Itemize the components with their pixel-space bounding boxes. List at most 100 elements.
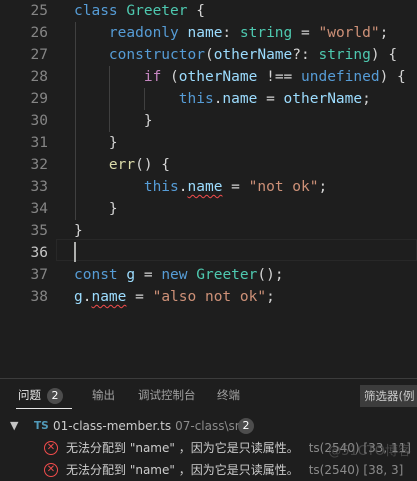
tab-debug-console[interactable]: 调试控制台 <box>138 387 196 403</box>
line-number: 35 <box>30 223 48 239</box>
code-token: name <box>187 25 223 41</box>
problems-file-label: 01-class-member.ts 07-class\src <box>53 415 246 437</box>
line-number: 27 <box>30 47 48 63</box>
code-line[interactable]: 33 this.name = "not ok"; <box>0 176 417 198</box>
code-token: otherName <box>178 69 258 85</box>
code-token: name <box>222 91 258 107</box>
code-token: = <box>135 267 162 283</box>
tab-output[interactable]: 输出 <box>92 387 115 403</box>
line-number: 31 <box>30 135 48 151</box>
problems-file-row[interactable]: ▼ TS 01-class-member.ts 07-class\src 2 <box>0 415 417 437</box>
code-line[interactable]: 27 constructor(otherName?: string) { <box>0 44 417 66</box>
code-token: ) { <box>379 69 406 85</box>
code-token: . <box>178 179 188 195</box>
tab-terminal[interactable]: 终端 <box>217 387 240 403</box>
code-token: = <box>222 179 249 195</box>
line-number: 32 <box>30 157 48 173</box>
code-token: ; <box>379 25 389 41</box>
code-editor[interactable]: 25 class Greeter {26 readonly name: strin… <box>0 0 417 378</box>
code-line[interactable]: 36 <box>0 242 417 264</box>
problem-message: 无法分配到 "name" ，因为它是只读属性。 <box>66 463 299 477</box>
code-token: Greeter <box>126 3 197 19</box>
problem-message: 无法分配到 "name" ，因为它是只读属性。 <box>66 441 299 455</box>
file-path: 07-class\src <box>175 419 247 433</box>
line-code: } <box>74 110 153 132</box>
code-token: g <box>126 267 136 283</box>
code-line[interactable]: 25 class Greeter { <box>0 0 417 22</box>
code-token: = <box>257 91 284 107</box>
code-line[interactable]: 38 g.name = "also not ok"; <box>0 286 417 308</box>
error-icon: ✕ <box>44 463 58 477</box>
problems-count-badge: 2 <box>47 387 63 404</box>
code-token: readonly <box>74 25 188 41</box>
code-line[interactable]: 35} <box>0 220 417 242</box>
bottom-panel: 问题 2 输出 调试控制台 终端 筛选器(例 ▼ TS 01-class-memb… <box>0 378 417 478</box>
code-token: = <box>292 25 319 41</box>
text-cursor <box>74 242 76 262</box>
code-token: new <box>161 267 197 283</box>
code-line[interactable]: 29 this.name = otherName; <box>0 88 417 110</box>
line-number: 30 <box>30 113 48 129</box>
line-number: 38 <box>30 289 48 305</box>
error-token: name <box>187 179 223 195</box>
line-number: 36 <box>30 245 48 261</box>
code-token: string <box>318 47 371 63</box>
code-token: err <box>74 157 136 173</box>
code-token: ; <box>318 179 328 195</box>
code-token: ; <box>362 91 371 107</box>
tab-problems-label: 问题 <box>18 388 41 402</box>
line-number: 37 <box>30 267 48 283</box>
code-token: if <box>74 69 162 85</box>
line-number: 25 <box>30 3 48 19</box>
code-line[interactable]: 32 err() { <box>0 154 417 176</box>
code-token: "also not ok" <box>152 289 267 305</box>
code-token: } <box>74 201 118 217</box>
code-line[interactable]: 34 } <box>0 198 417 220</box>
code-token: "not ok" <box>248 179 319 195</box>
code-token: ( <box>204 47 214 63</box>
line-number: 29 <box>30 91 48 107</box>
line-number: 33 <box>30 179 48 195</box>
tab-problems[interactable]: 问题 2 <box>18 387 63 404</box>
line-code: readonly name: string = "world"; <box>74 22 388 44</box>
code-token: const <box>74 267 127 283</box>
code-token: ; <box>266 289 275 305</box>
code-line[interactable]: 26 readonly name: string = "world"; <box>0 22 417 44</box>
line-number: 26 <box>30 25 48 41</box>
code-token: string <box>239 25 293 41</box>
error-icon: ✕ <box>44 441 58 455</box>
line-code: this.name = "not ok"; <box>74 176 327 198</box>
code-token: { <box>196 3 205 19</box>
code-line[interactable]: 28 if (otherName !== undefined) { <box>0 66 417 88</box>
code-token: class <box>74 3 127 19</box>
typescript-file-icon: TS <box>34 420 49 432</box>
code-token: constructor <box>74 47 205 63</box>
code-token: !== <box>257 69 302 85</box>
line-code: const g = new Greeter(); <box>74 264 284 286</box>
code-line[interactable]: 30 } <box>0 110 417 132</box>
problem-position: [38, 3] <box>363 463 404 477</box>
panel-tabs: 问题 2 输出 调试控制台 终端 筛选器(例 <box>0 379 417 413</box>
code-line[interactable]: 37 const g = new Greeter(); <box>0 264 417 286</box>
code-token: () { <box>135 157 171 173</box>
line-code: if (otherName !== undefined) { <box>74 66 406 88</box>
line-code: } <box>74 220 83 242</box>
code-token: ( <box>161 69 179 85</box>
line-number: 28 <box>30 69 48 85</box>
code-token: this <box>74 179 179 195</box>
line-code: class Greeter { <box>74 0 205 22</box>
code-token: ?: <box>292 47 319 63</box>
line-code: } <box>74 132 118 154</box>
active-tab-indicator <box>16 408 72 409</box>
code-token: "world" <box>318 25 380 41</box>
line-code: g.name = "also not ok"; <box>74 286 275 308</box>
line-code: err() { <box>74 154 170 176</box>
file-name: 01-class-member.ts <box>53 419 172 433</box>
code-line[interactable]: 31 } <box>0 132 417 154</box>
code-token: } <box>74 223 83 239</box>
chevron-down-icon[interactable]: ▼ <box>10 415 18 437</box>
code-token: g <box>74 289 83 305</box>
file-problem-count-badge: 2 <box>238 418 254 434</box>
problems-filter-input[interactable]: 筛选器(例 <box>360 385 417 407</box>
code-token: } <box>74 113 153 129</box>
